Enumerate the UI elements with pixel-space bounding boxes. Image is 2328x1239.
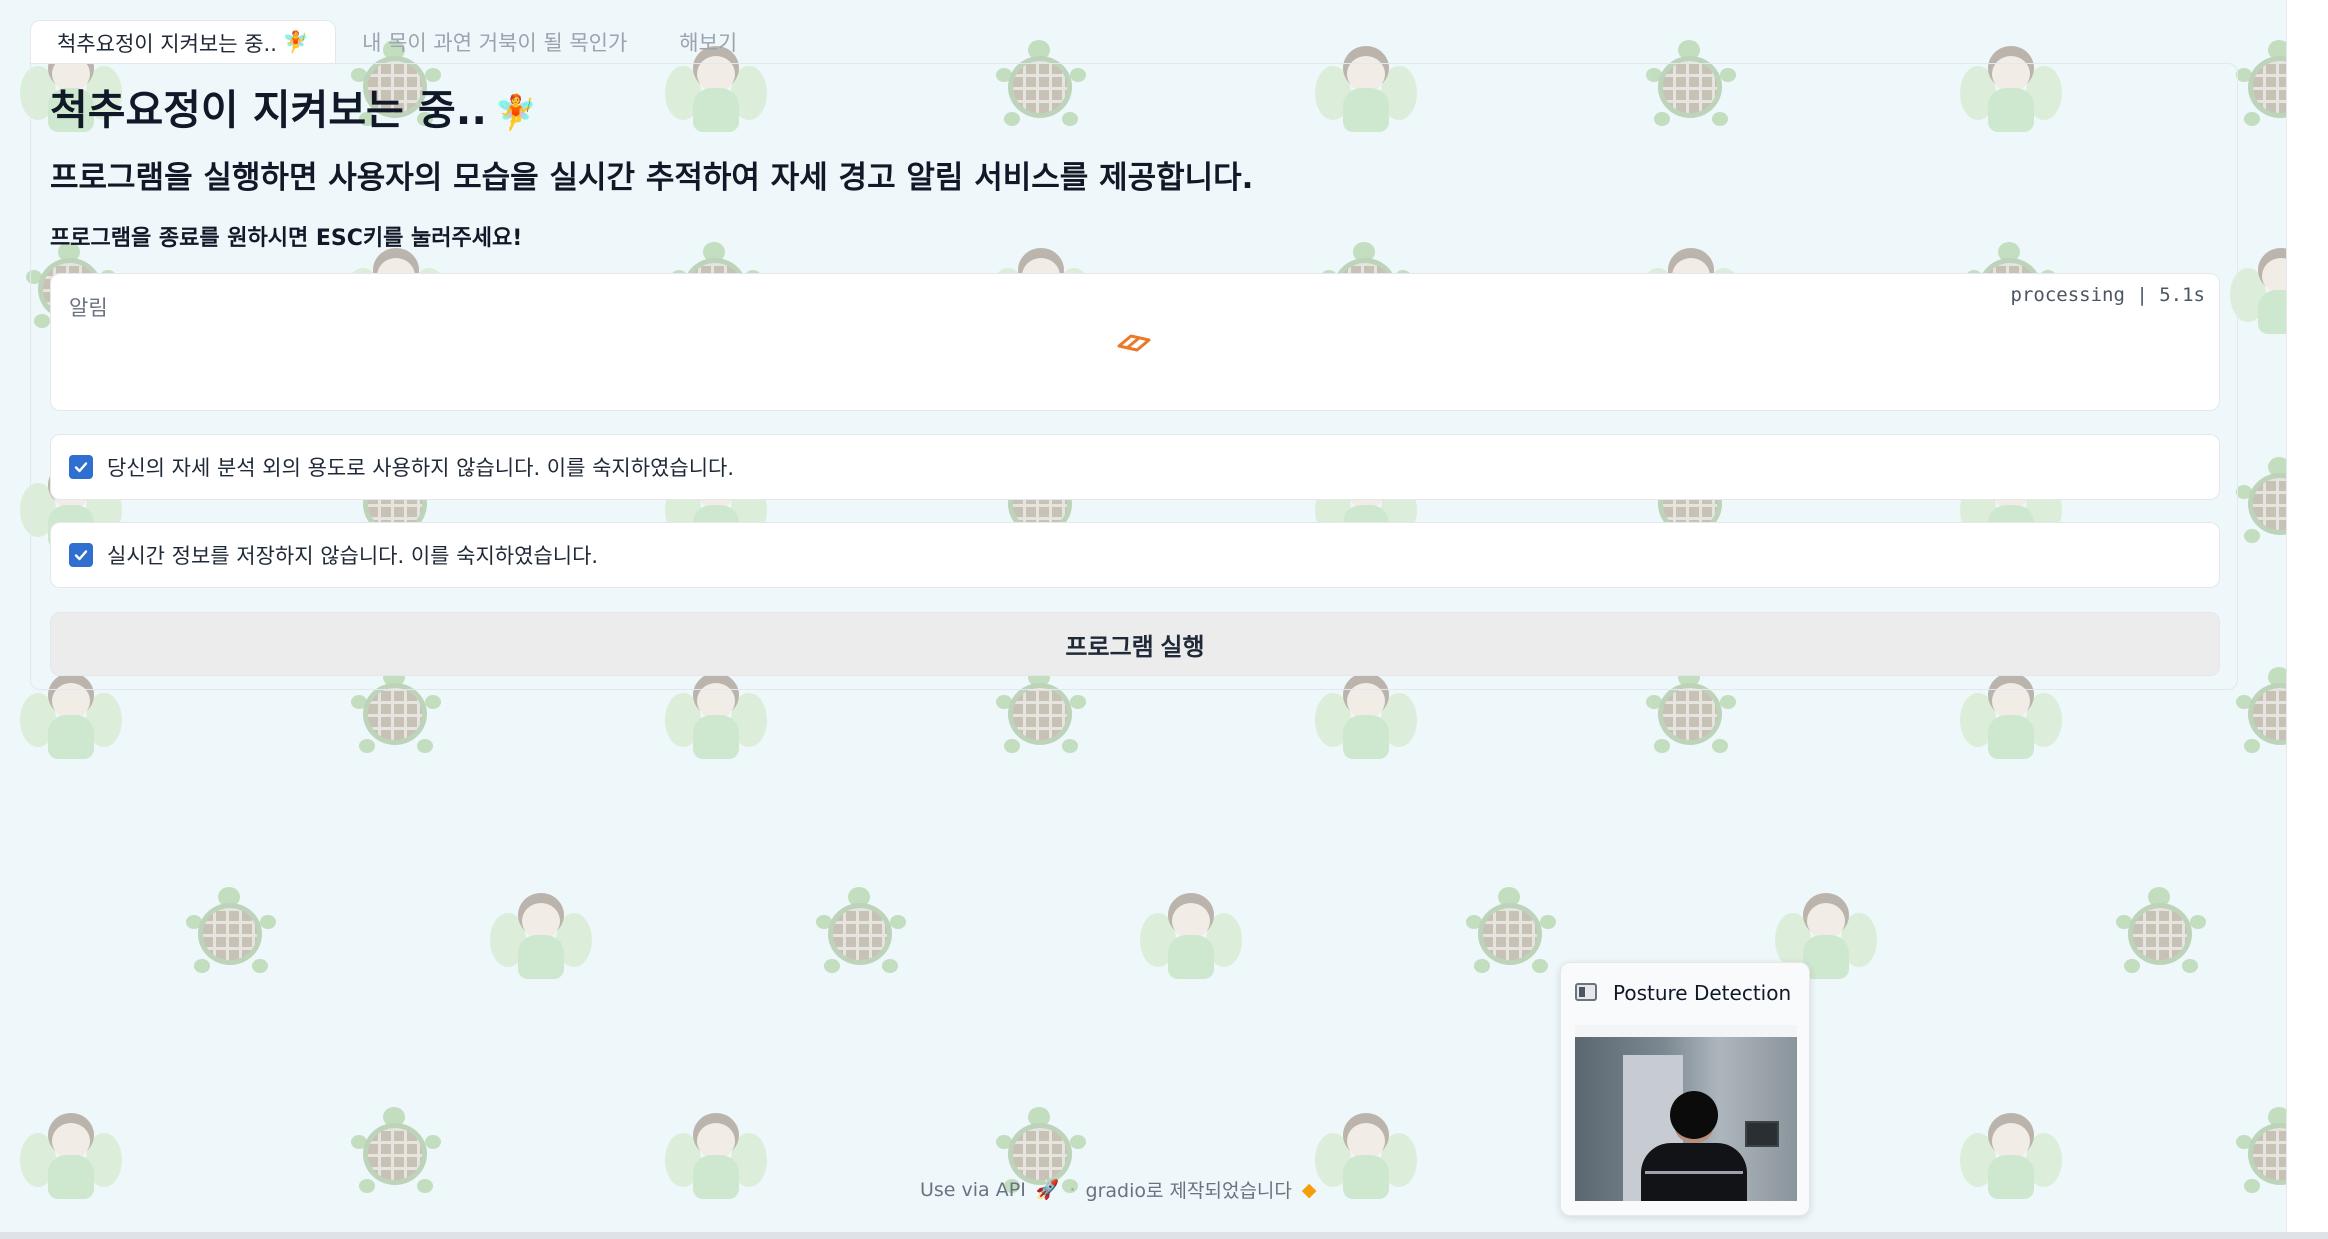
consent-storage-row[interactable]: 실시간 정보를 저장하지 않습니다. 이를 숙지하였습니다. (50, 522, 2220, 588)
fairy-decoration (20, 1105, 122, 1205)
preview-titlebar (1575, 1025, 1797, 1037)
consent-storage-checkbox[interactable] (69, 543, 93, 567)
turtle-decoration (2230, 455, 2286, 555)
rocket-icon: 🚀 (1035, 1179, 1060, 1201)
tab-label: 해보기 (679, 31, 738, 55)
turtle-decoration (180, 885, 280, 985)
fairy-decoration (665, 1105, 767, 1205)
esc-instruction: 프로그램을 종료를 원하시면 ESC키를 눌러주세요! (50, 226, 523, 251)
consent-usage-checkbox[interactable] (69, 455, 93, 479)
fairy-decoration (1960, 1105, 2062, 1205)
app-window-icon (1575, 983, 1597, 1001)
consent-usage-row[interactable]: 당신의 자세 분석 외의 용도로 사용하지 않습니다. 이를 숙지하였습니다. (50, 434, 2220, 500)
page-subtitle: 프로그램을 실행하면 사용자의 모습을 실시간 추적하여 자세 경고 알림 서비… (50, 160, 1254, 196)
tab-bar: 척추요정이 지켜보는 중.. 🧚 내 목이 과연 거북이 될 목인가 해보기 (30, 18, 763, 64)
checkmark-icon (74, 462, 88, 473)
checkmark-icon (74, 550, 88, 561)
tab-spine-fairy[interactable]: 척추요정이 지켜보는 중.. 🧚 (30, 20, 337, 64)
fairy-icon: 🧚 (282, 30, 310, 54)
alert-label: 알림 (69, 296, 108, 320)
turtle-decoration (2230, 1105, 2286, 1205)
tab-label: 척추요정이 지켜보는 중.. (57, 31, 277, 56)
processing-status: processing | 5.1s (2010, 284, 2205, 306)
tab-turtle-neck-check[interactable]: 내 목이 과연 거북이 될 목인가 (336, 20, 653, 64)
fairy-decoration (1140, 885, 1242, 985)
use-via-api-link[interactable]: Use via API (920, 1179, 1026, 1201)
fairy-icon: 🧚 (494, 93, 538, 133)
run-program-button[interactable]: 프로그램 실행 (50, 612, 2220, 676)
preview-screen (1745, 1121, 1779, 1147)
footer-separator: · (1069, 1178, 1076, 1201)
posture-window-title: Posture Detection (1613, 981, 1792, 1005)
turtle-decoration (2230, 665, 2286, 765)
turtle-decoration (2230, 38, 2286, 138)
turtle-decoration (345, 1105, 445, 1205)
alert-textbox[interactable]: 알림 processing | 5.1s (50, 273, 2220, 411)
preview-face-mask (1670, 1091, 1718, 1139)
webcam-preview (1575, 1025, 1797, 1201)
fairy-decoration (1315, 1105, 1417, 1205)
fairy-decoration (2230, 240, 2286, 340)
posture-detection-window[interactable]: Posture Detection (1560, 962, 1810, 1216)
loading-spinner-icon (1117, 334, 1151, 352)
built-with-gradio-link[interactable]: gradio로 제작되었습니다 (1086, 1176, 1292, 1203)
preview-shirt-stripe (1645, 1171, 1743, 1174)
tab-try-it[interactable]: 해보기 (653, 20, 763, 64)
page-title: 척추요정이 지켜보는 중.. 🧚 (50, 76, 537, 136)
page-title-text: 척추요정이 지켜보는 중.. (50, 86, 487, 134)
gradio-logo-icon: ◆ (1301, 1178, 1317, 1201)
turtle-decoration (2110, 885, 2210, 985)
footer: Use via API 🚀 · gradio로 제작되었습니다 ◆ (920, 1176, 1317, 1203)
tab-label: 내 목이 과연 거북이 될 목인가 (362, 31, 628, 55)
bottom-border (0, 1232, 2328, 1239)
window-edge (2286, 0, 2328, 1239)
consent-usage-label: 당신의 자세 분석 외의 용도로 사용하지 않습니다. 이를 숙지하였습니다. (107, 456, 735, 480)
turtle-decoration (1460, 885, 1560, 985)
turtle-decoration (810, 885, 910, 985)
consent-storage-label: 실시간 정보를 저장하지 않습니다. 이를 숙지하였습니다. (107, 544, 599, 568)
fairy-decoration (490, 885, 592, 985)
